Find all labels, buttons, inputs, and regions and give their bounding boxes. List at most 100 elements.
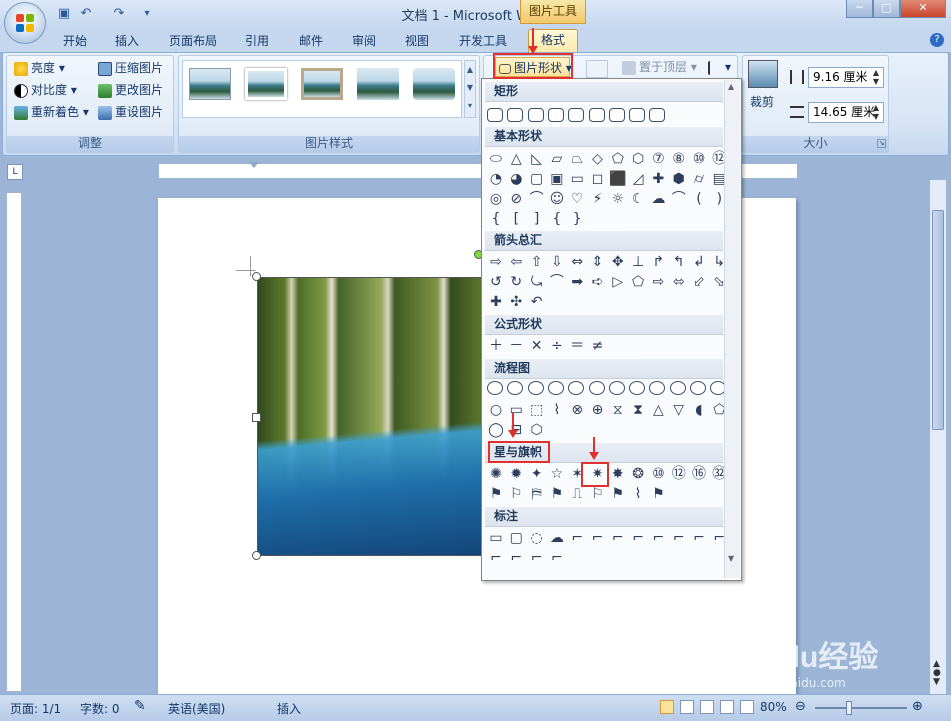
reset-picture-button[interactable]: 重设图片 <box>98 102 163 122</box>
shape-option-icon[interactable]: ⌒ <box>548 273 566 291</box>
resize-handle[interactable] <box>252 551 261 560</box>
shape-option-icon[interactable]: ⑧ <box>670 150 688 168</box>
shape-option-icon[interactable]: ▭ <box>568 170 586 188</box>
shape-option-icon[interactable]: ⧗ <box>629 401 647 419</box>
maximize-button[interactable]: □ <box>873 0 900 18</box>
shape-option-icon[interactable]: ▽ <box>670 401 688 419</box>
tab-insert[interactable]: 插入 <box>112 31 142 52</box>
scrollbar-thumb[interactable] <box>932 210 944 430</box>
tab-home[interactable]: 开始 <box>60 31 90 52</box>
shape-option[interactable] <box>568 108 585 122</box>
scroll-down-icon[interactable]: ▼ <box>728 554 734 563</box>
shape-option-icon[interactable]: ⌇ <box>629 485 647 503</box>
zoom-level[interactable]: 80% <box>760 700 787 714</box>
shape-option-icon[interactable]: △ <box>649 401 667 419</box>
tab-developer[interactable]: 开发工具 <box>455 31 511 52</box>
tab-page-layout[interactable]: 页面布局 <box>165 31 221 52</box>
shape-option[interactable] <box>649 108 666 122</box>
office-button[interactable] <box>4 2 46 44</box>
word-count[interactable]: 字数: 0 <box>80 700 120 717</box>
resize-handle[interactable] <box>252 272 261 281</box>
indent-marker-icon[interactable] <box>249 162 259 182</box>
zoom-in-icon[interactable]: ⊕ <box>912 699 923 714</box>
shape-option-icon[interactable]: ▱ <box>548 150 566 168</box>
shape-option-icon[interactable]: ⚑ <box>548 485 566 503</box>
shape-option-icon[interactable]: ⑯ <box>690 465 708 483</box>
shape-option-icon[interactable]: ⚑ <box>487 485 505 503</box>
shape-option-icon[interactable]: ⑩ <box>649 465 667 483</box>
picture-border-icon[interactable] <box>586 60 608 78</box>
shape-option-icon[interactable]: ⊗ <box>568 401 586 419</box>
shape-option-icon[interactable]: ✚ <box>649 170 667 188</box>
shape-option[interactable] <box>608 381 625 395</box>
shape-option-icon[interactable]: ⚑ <box>649 485 667 503</box>
shape-option-icon[interactable]: ↶ <box>528 293 546 311</box>
shape-option-icon[interactable]: ⏢ <box>568 150 586 168</box>
shape-option-icon[interactable]: ↻ <box>507 273 525 291</box>
shape-option-icon[interactable]: ◖ <box>690 401 708 419</box>
shape-option[interactable] <box>690 381 706 395</box>
width-spinner-icon[interactable]: ▲ ▼ <box>873 103 879 121</box>
shape-option-icon[interactable]: ↱ <box>649 253 667 271</box>
shape-option-icon[interactable]: ⌐ <box>670 529 688 547</box>
shape-option-icon[interactable]: ⬡ <box>629 150 647 168</box>
picture-style-thumb[interactable] <box>189 68 231 100</box>
shape-option-icon[interactable]: ⬭ <box>487 150 505 168</box>
shape-option-icon[interactable]: ⑩ <box>690 150 708 168</box>
shape-option[interactable] <box>629 108 646 122</box>
shape-option-icon[interactable]: ◿ <box>629 170 647 188</box>
shape-option-icon[interactable]: ( <box>690 190 708 208</box>
shape-option-icon[interactable]: ⬠ <box>629 273 647 291</box>
shape-option-icon[interactable]: ⌐ <box>507 549 525 567</box>
shape-option-icon[interactable]: ♡ <box>568 190 586 208</box>
shape-option[interactable] <box>507 381 524 395</box>
shape-option-icon[interactable]: ≠ <box>589 337 607 355</box>
shape-option-icon[interactable]: ☺ <box>548 190 566 208</box>
shape-option[interactable] <box>629 381 646 395</box>
shape-option-icon[interactable]: ⌐ <box>487 549 505 567</box>
shape-option-icon[interactable]: ⬢ <box>670 170 688 188</box>
shape-option-icon[interactable]: ☾ <box>629 190 647 208</box>
shape-option[interactable] <box>608 108 625 122</box>
shape-option-icon[interactable]: ⊥ <box>629 253 647 271</box>
shape-option-icon[interactable]: ⑫ <box>670 465 688 483</box>
shape-option-icon[interactable]: ⌐ <box>568 529 586 547</box>
shape-option-icon[interactable]: ⌒ <box>528 190 546 208</box>
shape-option-icon[interactable]: ▭ <box>507 401 525 419</box>
shape-option-icon[interactable]: ⚡ <box>589 190 607 208</box>
shape-option-icon[interactable]: ＋ <box>487 337 505 355</box>
shape-option-icon[interactable]: ✺ <box>487 465 505 483</box>
size-dialog-launcher-icon[interactable]: ↘ <box>877 139 886 148</box>
outline-view-icon[interactable] <box>720 700 734 714</box>
scroll-up-icon[interactable]: ▲ <box>728 82 734 91</box>
shape-option-icon[interactable]: ☁ <box>649 190 667 208</box>
browse-nav-icon[interactable]: ▲ ● ▼ <box>933 660 941 687</box>
vertical-scrollbar[interactable]: ▲ ● ▼ <box>929 180 946 694</box>
print-layout-view-icon[interactable] <box>660 700 674 714</box>
shape-option[interactable] <box>588 381 605 395</box>
shape-option-icon[interactable]: ↰ <box>670 253 688 271</box>
shape-option-icon[interactable]: ⬛ <box>609 170 627 188</box>
shape-option-icon[interactable]: ⇔ <box>568 253 586 271</box>
shape-option-icon[interactable]: ▢ <box>507 529 525 547</box>
shape-option-icon[interactable]: ÷ <box>548 337 566 355</box>
shape-option-icon[interactable]: ✚ <box>487 293 505 311</box>
shape-option-icon[interactable]: ◇ <box>589 150 607 168</box>
shape-option[interactable] <box>487 381 503 395</box>
shape-option-icon[interactable]: ❂ <box>629 465 647 483</box>
shape-option-icon[interactable]: ⬃ <box>690 273 708 291</box>
shape-option-icon[interactable]: ⊕ <box>589 401 607 419</box>
shape-option-icon[interactable]: ⌐ <box>528 549 546 567</box>
shape-option-icon[interactable]: ✣ <box>507 293 525 311</box>
shape-option-icon[interactable]: ⌒ <box>670 190 688 208</box>
picture-style-thumb[interactable] <box>301 68 343 100</box>
compress-pictures-button[interactable]: 压缩图片 <box>98 58 163 78</box>
shape-option-icon[interactable]: ↺ <box>487 273 505 291</box>
draft-view-icon[interactable] <box>740 700 754 714</box>
insert-mode-status[interactable]: 插入 <box>277 700 301 717</box>
page-count[interactable]: 页面: 1/1 <box>10 700 61 717</box>
shape-option-icon[interactable]: ⇩ <box>548 253 566 271</box>
contrast-button[interactable]: 对比度 ▾ <box>14 80 77 100</box>
shape-option-icon[interactable]: ⇧ <box>528 253 546 271</box>
tab-mailings[interactable]: 邮件 <box>296 31 326 52</box>
